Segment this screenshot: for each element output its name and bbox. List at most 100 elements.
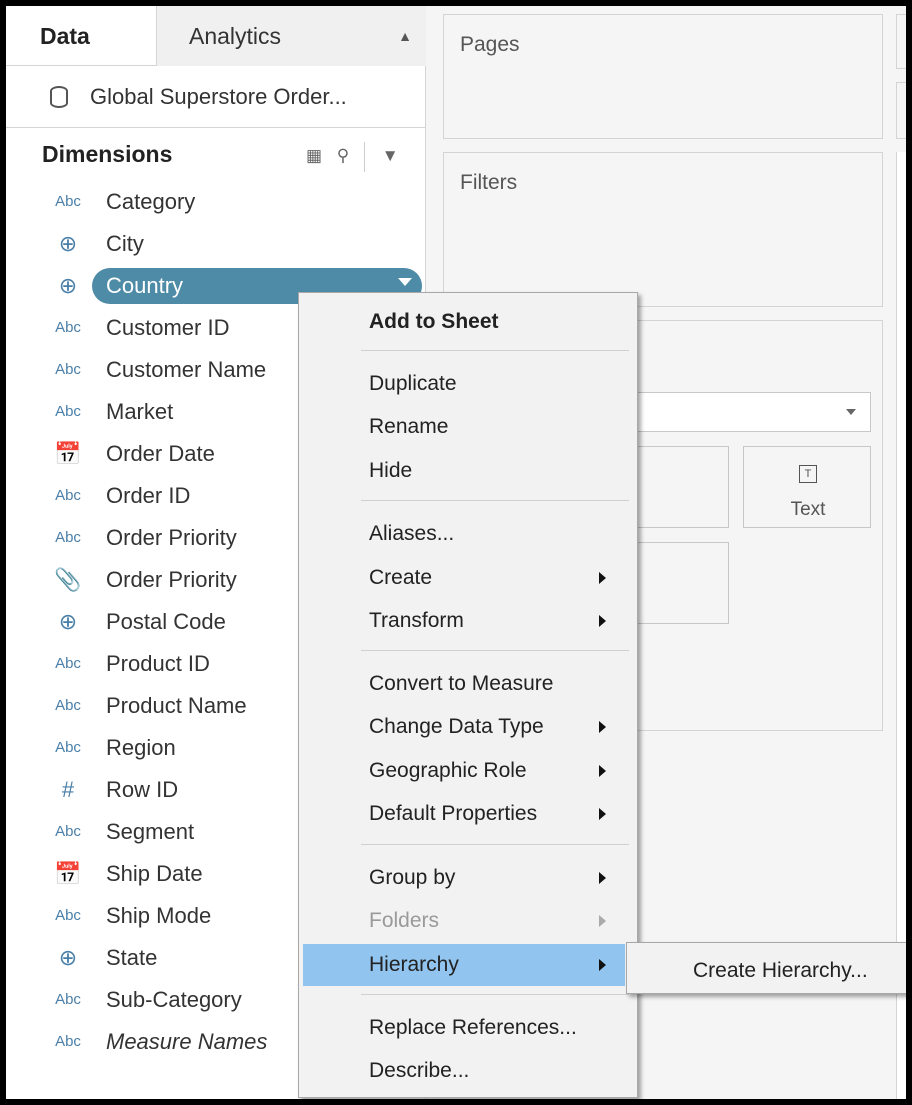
dimensions-toolbar: ▦ ⚲ ▼ [306,142,409,172]
dimension-field-label: City [106,231,144,256]
menu-default-properties-label: Default Properties [369,802,538,825]
dimension-field-label: Category [106,189,196,214]
menu-hide[interactable]: Hide [299,450,637,492]
up-down-arrows-icon: ▲ [398,28,412,44]
menu-rename[interactable]: Rename [299,406,637,448]
globe-icon: ⊕ [58,231,78,256]
pages-shelf[interactable]: Pages [443,14,883,139]
rows-shelf-edge [896,82,906,139]
number-type-icon: # [61,777,75,802]
string-type-icon: Abc [55,487,81,504]
pages-shelf-title: Pages [460,33,520,56]
view-list-icon[interactable]: ▦ [306,146,322,165]
string-type-icon: Abc [55,739,81,756]
string-type-icon: Abc [55,529,81,546]
string-type-icon: Abc [55,1033,81,1050]
string-type-icon: Abc [55,991,81,1008]
filters-shelf-title: Filters [460,171,518,194]
dimension-field-label: Customer ID [106,315,230,340]
tableau-window: Data Analytics ▲ Global Superstore Order… [0,0,912,1105]
string-type-icon: Abc [55,823,81,840]
tab-analytics-label: Analytics [189,23,282,49]
submenu-arrow-icon [599,872,606,884]
menu-create-hierarchy[interactable]: Create Hierarchy... [693,943,868,999]
string-type-icon: Abc [55,361,81,378]
tab-analytics[interactable]: Analytics ▲ [156,6,426,66]
menu-default-properties[interactable]: Default Properties [299,793,637,835]
dimension-field[interactable]: ⊕ City [42,224,422,264]
field-dropdown-caret-icon[interactable] [398,278,412,286]
dropdown-arrow-icon [846,409,856,415]
menu-change-data-type[interactable]: Change Data Type [299,706,637,748]
string-type-icon: Abc [55,319,81,336]
menu-aliases[interactable]: Aliases... [299,513,637,555]
dimension-field-label: Order Priority [106,525,237,550]
menu-convert-to-measure[interactable]: Convert to Measure [299,663,637,705]
menu-create-label: Create [369,566,433,589]
group-paperclip-icon: 📎 [54,567,82,592]
globe-icon: ⊕ [58,609,78,634]
submenu-arrow-icon [599,615,606,627]
columns-shelf-edge [896,14,906,69]
text-label: Text [790,499,826,520]
menu-replace-references[interactable]: Replace References... [299,1007,637,1049]
filters-shelf[interactable]: Filters [443,152,883,307]
menu-duplicate[interactable]: Duplicate [299,363,637,405]
menu-group-by-label: Group by [369,866,456,889]
dimension-field-label: Order Priority [106,567,237,592]
menu-transform-label: Transform [369,609,464,632]
dimension-field-label: Measure Names [106,1029,268,1054]
tab-data[interactable]: Data [40,6,160,66]
menu-folders-label: Folders [369,909,440,932]
dimension-field-label: Row ID [106,777,179,802]
datasource-item[interactable]: Global Superstore Order... [6,66,426,128]
search-icon[interactable]: ⚲ [337,146,349,165]
hierarchy-submenu: Create Hierarchy... [626,942,906,994]
menu-create[interactable]: Create [299,557,637,599]
submenu-arrow-icon [599,959,606,971]
dimension-field-label: Segment [106,819,195,844]
menu-describe[interactable]: Describe... [299,1050,637,1092]
text-mark-button[interactable]: T Text [743,446,871,528]
string-type-icon: Abc [55,697,81,714]
dimension-field-label: Region [106,735,176,760]
dimension-field-label: Order Date [106,441,215,466]
calendar-icon: 📅 [54,441,82,466]
globe-icon: ⊕ [58,945,78,970]
dimension-field-label: Product Name [106,693,247,718]
submenu-arrow-icon [599,915,606,927]
menu-geographic-role[interactable]: Geographic Role [299,750,637,792]
dimension-field-label: Product ID [106,651,210,676]
menu-hierarchy-label: Hierarchy [369,953,459,976]
dimension-field-label: Postal Code [106,609,226,634]
submenu-arrow-icon [599,721,606,733]
text-icon: T [744,457,872,483]
calendar-icon: 📅 [54,861,82,886]
dimension-field-label: Country [106,273,184,298]
database-icon [50,86,68,108]
submenu-arrow-icon [599,765,606,777]
dimensions-header: Dimensions [42,141,173,167]
dimension-field-label: Sub-Category [106,987,242,1012]
menu-transform[interactable]: Transform [299,600,637,642]
dimension-field-label: Market [106,399,174,424]
pane-tabs: Data Analytics ▲ [6,6,426,66]
string-type-icon: Abc [55,403,81,420]
dimension-field-label: Ship Mode [106,903,212,928]
dimension-field-label: State [106,945,158,970]
menu-geographic-role-label: Geographic Role [369,759,527,782]
menu-group-by[interactable]: Group by [299,857,637,899]
dimension-field-label: Order ID [106,483,191,508]
globe-icon: ⊕ [58,273,78,298]
mark-type-dropdown[interactable] [611,392,871,432]
menu-add-to-sheet[interactable]: Add to Sheet [299,301,637,343]
dimension-field[interactable]: Abc Category [42,182,422,222]
submenu-arrow-icon [599,572,606,584]
dropdown-arrow-icon[interactable]: ▼ [382,146,399,165]
field-context-menu: Add to Sheet Duplicate Rename Hide Alias… [298,292,638,1098]
dimension-field-label: Customer Name [106,357,267,382]
submenu-arrow-icon [599,808,606,820]
menu-hierarchy[interactable]: Hierarchy [303,944,625,986]
string-type-icon: Abc [55,193,81,210]
string-type-icon: Abc [55,907,81,924]
